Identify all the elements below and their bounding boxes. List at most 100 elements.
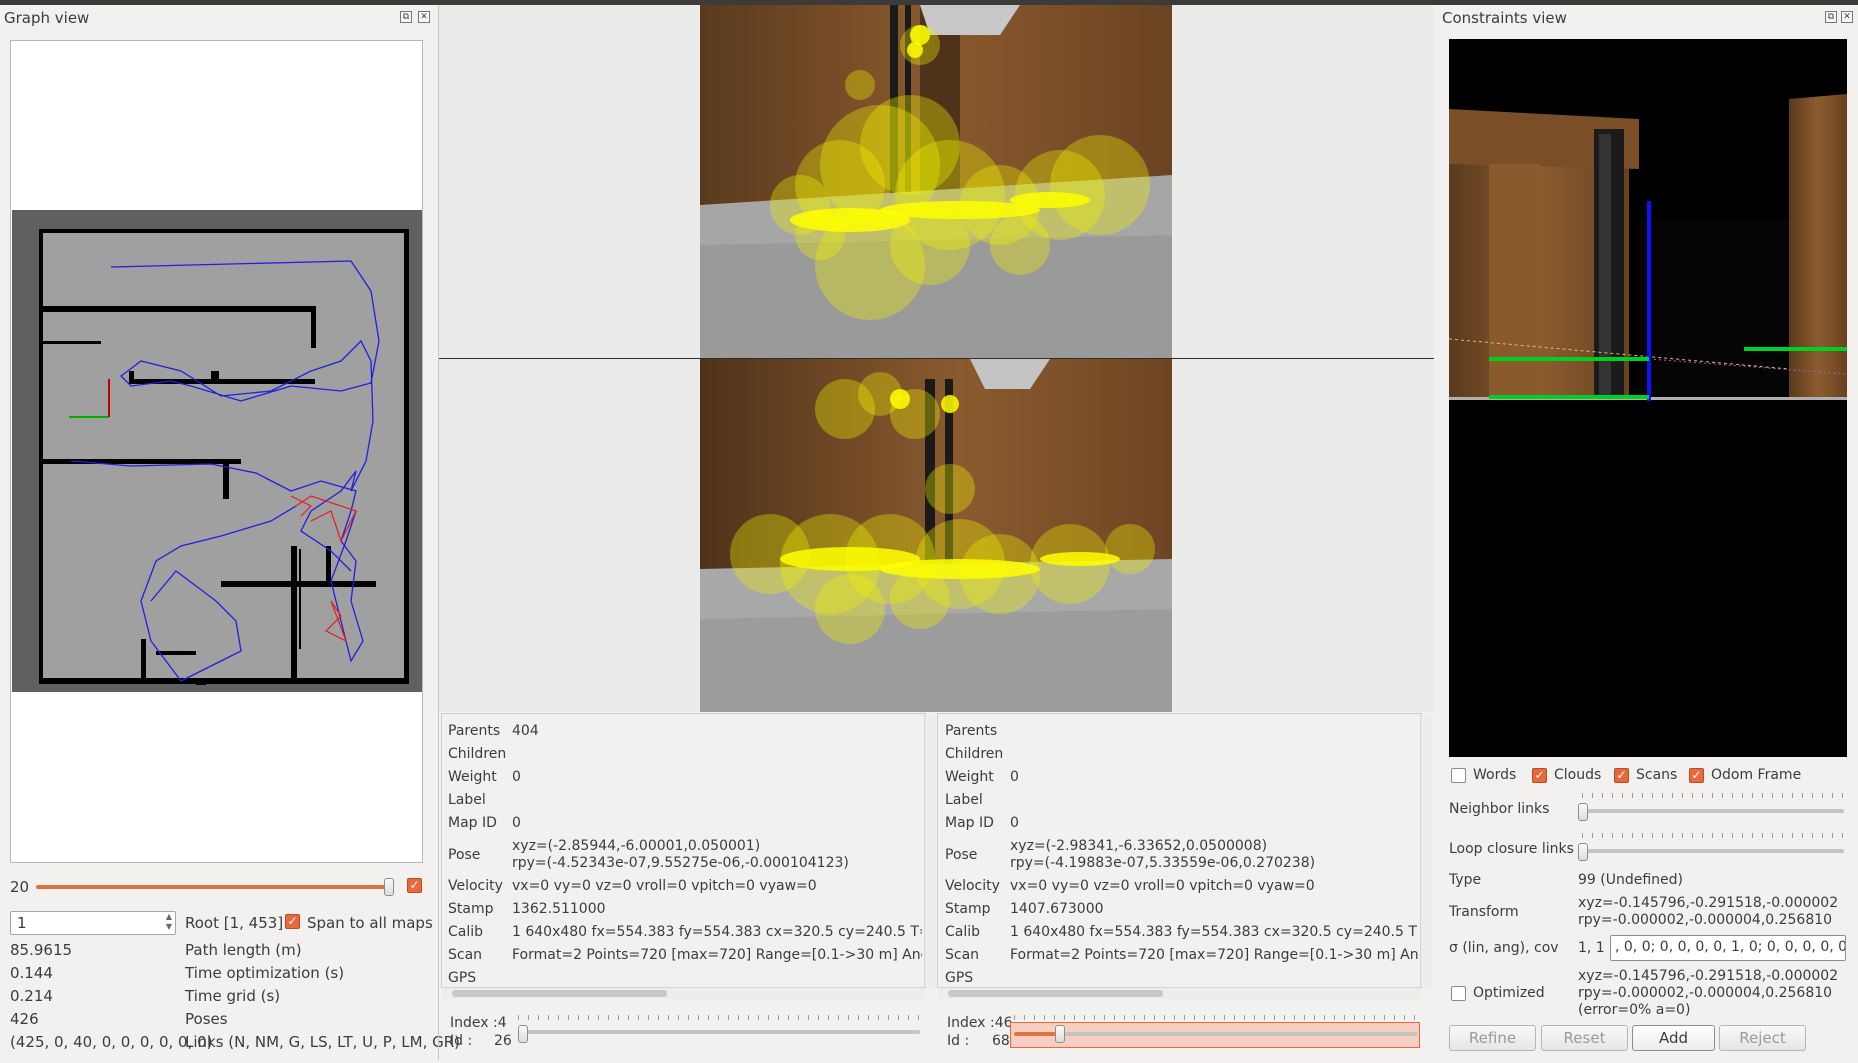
optimized-label: Optimized [1473,985,1545,1001]
type-label: Type [1449,872,1482,888]
left-label-label: Label [448,792,486,808]
stat-time-optimization-label: Time optimization (s) [185,964,345,982]
stat-time-grid-value: 0.214 [10,987,53,1005]
optimized-rpy: rpy=-0.000002,-0.000004,0.256810 [1578,985,1833,1001]
graph-id-spinbox[interactable]: 1 ▲ ▼ [10,911,176,935]
span-all-maps-checkbox[interactable]: ✓ [285,914,300,929]
right-node-slider-handle[interactable] [1055,1025,1065,1043]
graph-slider-handle[interactable] [384,878,394,896]
left-node-slider-groove[interactable] [518,1030,920,1034]
covariance-input[interactable]: , 0, 0; 0, 0, 0, 0, 1, 0; 0, 0, 0, 0, 0,… [1610,935,1846,961]
clouds-label: Clouds [1554,767,1602,783]
optimized-xyz: xyz=-0.145796,-0.291518,-0.000002 [1578,968,1839,984]
left-node-slider-handle[interactable] [518,1025,528,1043]
left-pose-xyz: xyz=(-2.85944,-6.00001,0.050001) [512,838,761,854]
stat-poses-value: 426 [10,1010,39,1028]
odom-frame-checkbox[interactable]: ✓ [1689,768,1704,783]
reject-button[interactable]: Reject [1719,1025,1806,1051]
right-id-label: Id : [947,1033,970,1049]
spin-arrows-icon[interactable]: ▲ ▼ [166,912,172,932]
transform-rpy: rpy=-0.000002,-0.000004,0.256810 [1578,912,1833,928]
left-id-label: Id : [450,1033,473,1049]
neighbor-links-groove[interactable] [1582,809,1844,813]
bottom-camera-image[interactable] [700,359,1172,712]
right-scan-value: Format=2 Points=720 [max=720] Range=[0.1… [1010,947,1418,963]
neighbor-links-label: Neighbor links [1449,801,1550,817]
stat-poses-label: Poses [185,1010,228,1028]
covariance-input-text: , 0, 0; 0, 0, 0, 0, 1, 0; 0, 0, 0, 0, 0,… [1615,939,1846,955]
right-velocity-label: Velocity [945,878,1000,894]
add-button[interactable]: Add [1632,1025,1715,1051]
stat-time-grid-label: Time grid (s) [185,987,281,1005]
right-stamp-value: 1407.673000 [1010,901,1104,917]
right-pose-rpy: rpy=(-4.19883e-07,5.33559e-06,0.270238) [1010,855,1316,871]
sigma-value: 1, 1 [1578,940,1605,956]
right-node-slider-groove[interactable] [1060,1032,1418,1036]
transform-label: Transform [1449,904,1519,920]
constraints-close-icon[interactable]: ✕ [1841,11,1853,23]
words-label: Words [1473,767,1517,783]
optimized-checkbox[interactable] [1451,986,1466,1001]
stat-links-label: Links (N, NM, G, LS, LT, U, P, LM, GR) [185,1033,461,1051]
clouds-checkbox[interactable]: ✓ [1532,768,1547,783]
left-pose-label: Pose [448,847,481,863]
top-camera-image[interactable] [700,5,1172,358]
graph-canvas[interactable] [10,40,423,863]
optimized-error: (error=0% a=0) [1578,1002,1691,1018]
constraints-view-title: Constraints view [1442,9,1567,27]
right-scan-label: Scan [945,947,980,963]
right-label-label: Label [945,792,983,808]
refine-button[interactable]: Refine [1449,1025,1536,1051]
right-weight-value: 0 [1010,769,1019,785]
neighbor-links-handle[interactable] [1578,803,1588,821]
loop-closure-ticks [1582,833,1844,838]
right-info-hscroll-thumb[interactable] [948,990,1163,997]
loop-closure-links-label: Loop closure links [1449,841,1574,857]
left-info-hscroll-thumb[interactable] [452,990,667,997]
stat-path-length-label: Path length (m) [185,941,302,959]
right-children-label: Children [945,746,1004,762]
right-node-slider-filled[interactable] [1014,1032,1060,1036]
words-checkbox[interactable] [1451,768,1466,783]
graph-id-spin-value: 1 [17,914,27,932]
map-free-area [43,233,408,681]
graph-root-label: Root [1, 453] [185,914,284,932]
graph-view-close-icon[interactable]: ✕ [418,11,430,23]
left-calib-label: Calib [448,924,484,940]
right-node-slider-ticks [1014,1015,1418,1020]
scans-label: Scans [1636,767,1678,783]
left-weight-value: 0 [512,769,521,785]
occupancy-map [12,210,422,692]
odom-frame-label: Odom Frame [1711,767,1802,783]
left-calib-value: 1 640x480 fx=554.383 fy=554.383 cx=320.5… [512,924,922,940]
constraints-float-icon[interactable]: ⧉ [1825,11,1837,23]
right-stamp-label: Stamp [945,901,991,917]
constraints-3d-view[interactable] [1449,39,1847,757]
stat-links-value: (425, 0, 40, 0, 0, 0, 0, 0, 0) [10,1033,213,1051]
left-scan-label: Scan [448,947,483,963]
right-id-value: 68 [992,1033,1010,1049]
graph-view-title: Graph view [4,9,90,27]
right-gps-label: GPS [945,970,974,986]
reset-button[interactable]: Reset [1541,1025,1628,1051]
left-velocity-label: Velocity [448,878,503,894]
right-info-vscrollbar[interactable] [1420,715,1432,987]
right-weight-label: Weight [945,769,994,785]
sigma-label: σ (lin, ang), cov [1449,940,1559,956]
left-scan-value: Format=2 Points=720 [max=720] Range=[0.1… [512,947,922,963]
graph-slider-groove[interactable] [36,885,392,889]
left-stamp-label: Stamp [448,901,494,917]
left-parents-label: Parents [448,723,501,739]
loop-closure-groove[interactable] [1582,849,1844,853]
graph-slider-checkbox[interactable]: ✓ [407,878,422,893]
left-stamp-value: 1362.511000 [512,901,606,917]
graph-view-float-icon[interactable]: ⧉ [400,11,412,23]
graph-slider-value: 20 [10,878,30,896]
left-info-vscrollbar[interactable] [924,715,936,987]
loop-closure-handle[interactable] [1578,843,1588,861]
right-calib-value: 1 640x480 fx=554.383 fy=554.383 cx=320.5… [1010,924,1418,940]
left-mapid-value: 0 [512,815,521,831]
scans-checkbox[interactable]: ✓ [1614,768,1629,783]
left-parents-value: 404 [512,723,539,739]
left-weight-label: Weight [448,769,497,785]
